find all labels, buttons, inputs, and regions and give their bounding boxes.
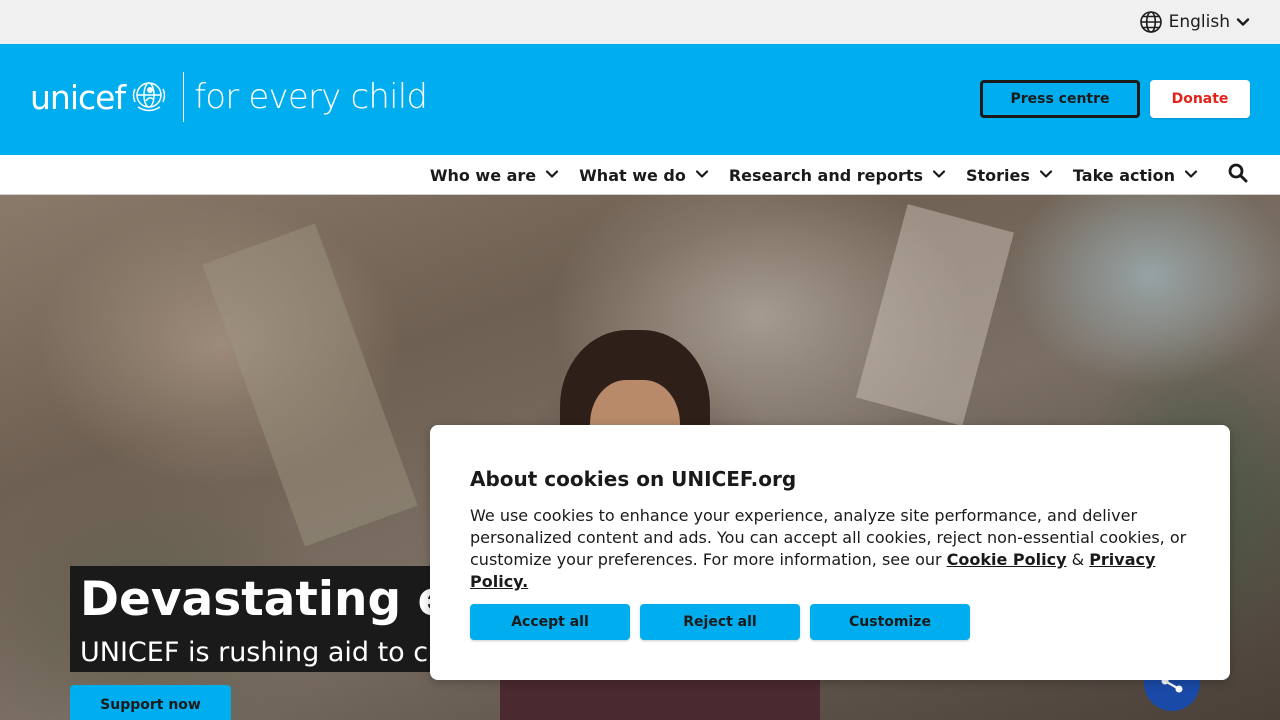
nav-label: Take action [1072, 165, 1175, 185]
chevron-down-icon [1184, 166, 1198, 185]
chevron-down-icon [545, 166, 559, 185]
cookie-and-text: & [1066, 550, 1090, 569]
hero-headline: Devastating ea [80, 571, 482, 627]
chevron-down-icon [932, 166, 946, 185]
unicef-emblem-icon [129, 75, 169, 119]
cookie-actions: Accept all Reject all Customize [470, 604, 970, 640]
logo-divider [183, 72, 185, 122]
nav-take-action[interactable]: Take action [1073, 166, 1198, 185]
nav-label: What we do [579, 165, 686, 185]
donate-button[interactable]: Donate [1150, 80, 1250, 118]
nav-what-we-do[interactable]: What we do [579, 166, 709, 185]
brand-header: unicef for every child Press centre Dona… [0, 44, 1280, 155]
globe-icon [1139, 10, 1163, 34]
accept-all-button[interactable]: Accept all [470, 604, 630, 640]
chevron-down-icon [1039, 166, 1053, 185]
nav-label: Research and reports [728, 165, 923, 185]
logo-tagline: for every child [194, 77, 428, 117]
language-label: English [1168, 12, 1230, 32]
chevron-down-icon [695, 166, 709, 185]
press-centre-button[interactable]: Press centre [980, 80, 1140, 118]
hero-headline-box: Devastating ea [70, 566, 492, 632]
cookie-consent-dialog: About cookies on UNICEF.org We use cooki… [430, 425, 1230, 680]
chevron-down-icon [1236, 15, 1250, 29]
support-now-button[interactable]: Support now [70, 685, 231, 720]
nav-stories[interactable]: Stories [966, 166, 1053, 185]
hero-subhead-box: UNICEF is rushing aid to ch [70, 632, 456, 672]
search-button[interactable] [1228, 163, 1248, 187]
nav-label: Who we are [429, 165, 537, 185]
top-utility-bar: English [0, 0, 1280, 44]
nav-label: Stories [966, 165, 1030, 185]
nav-research-and-reports[interactable]: Research and reports [729, 166, 946, 185]
cookie-title: About cookies on UNICEF.org [470, 467, 797, 491]
language-selector[interactable]: English [1139, 10, 1250, 34]
logo-wordmark: unicef [30, 77, 126, 117]
customize-button[interactable]: Customize [810, 604, 970, 640]
reject-all-button[interactable]: Reject all [640, 604, 800, 640]
cookie-description: We use cookies to enhance your experienc… [470, 505, 1195, 593]
search-icon [1228, 163, 1248, 187]
hero-subhead: UNICEF is rushing aid to ch [80, 636, 446, 668]
cookie-policy-link[interactable]: Cookie Policy [947, 550, 1067, 569]
nav-who-we-are[interactable]: Who we are [430, 166, 559, 185]
main-navigation: Who we are What we do Research and repor… [0, 155, 1280, 195]
unicef-logo[interactable]: unicef for every child [30, 72, 428, 122]
